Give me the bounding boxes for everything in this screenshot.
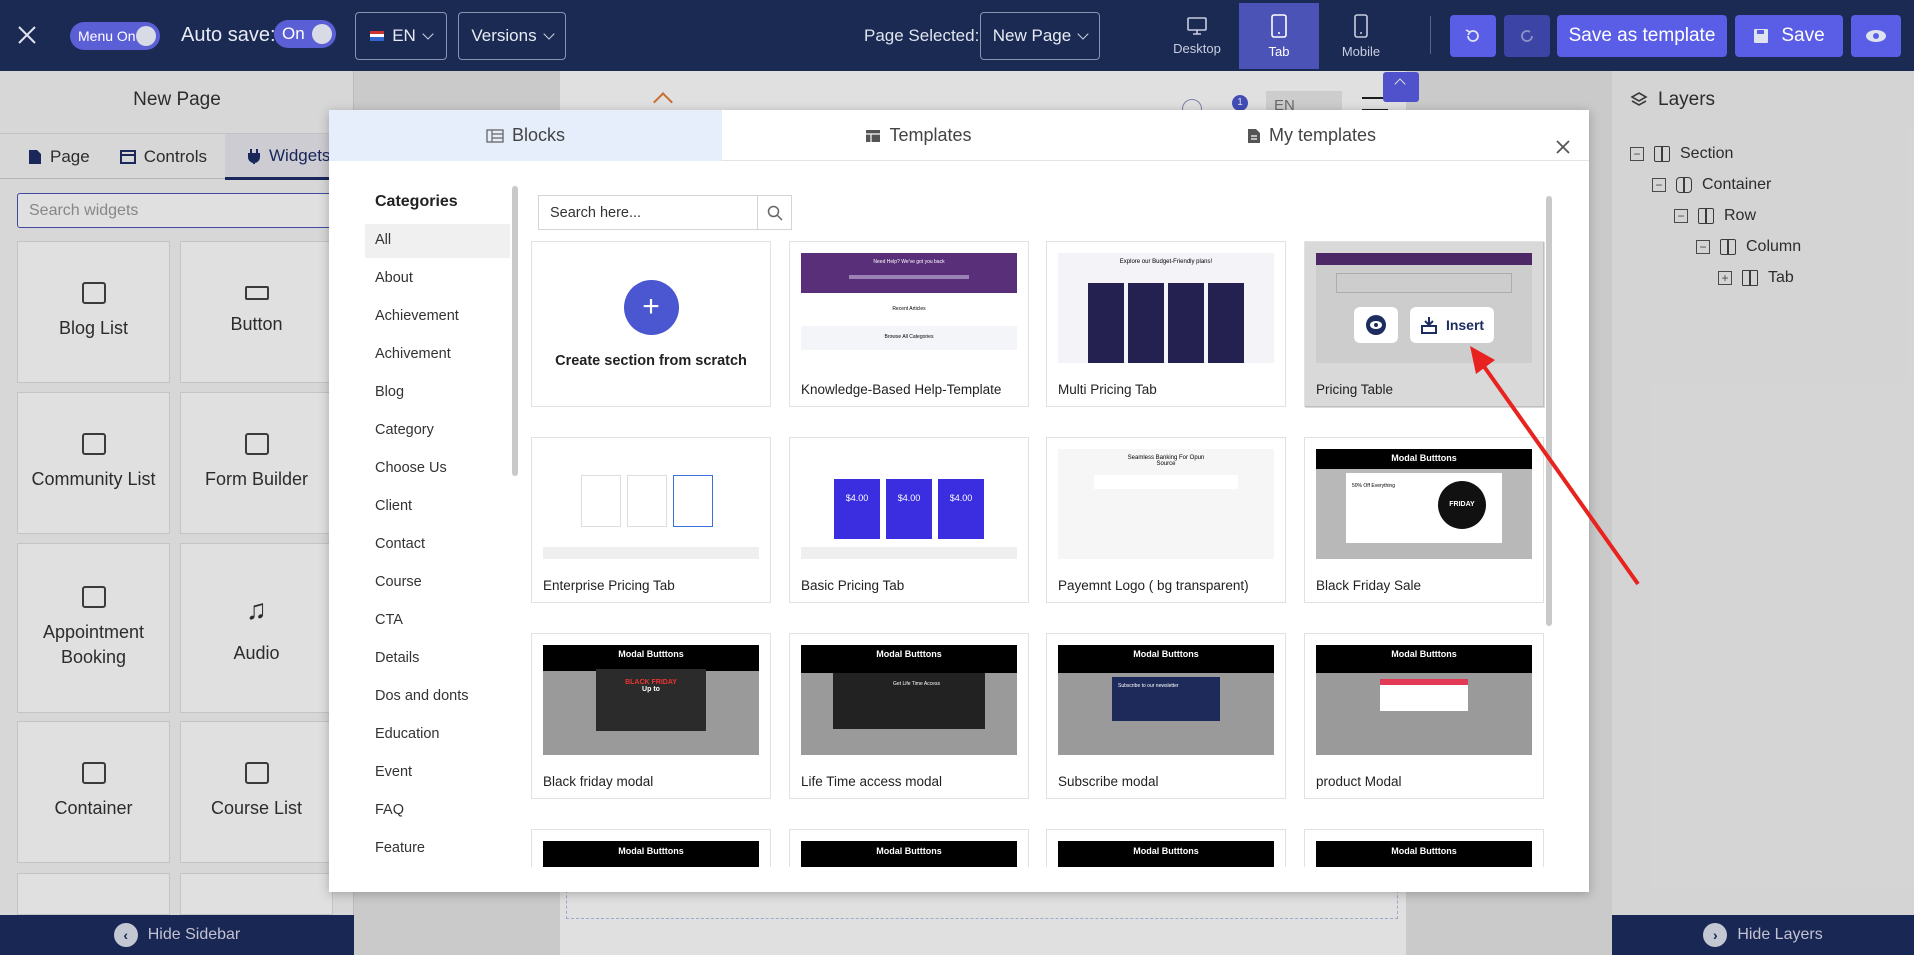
annotation-arrow — [1470, 346, 1640, 586]
